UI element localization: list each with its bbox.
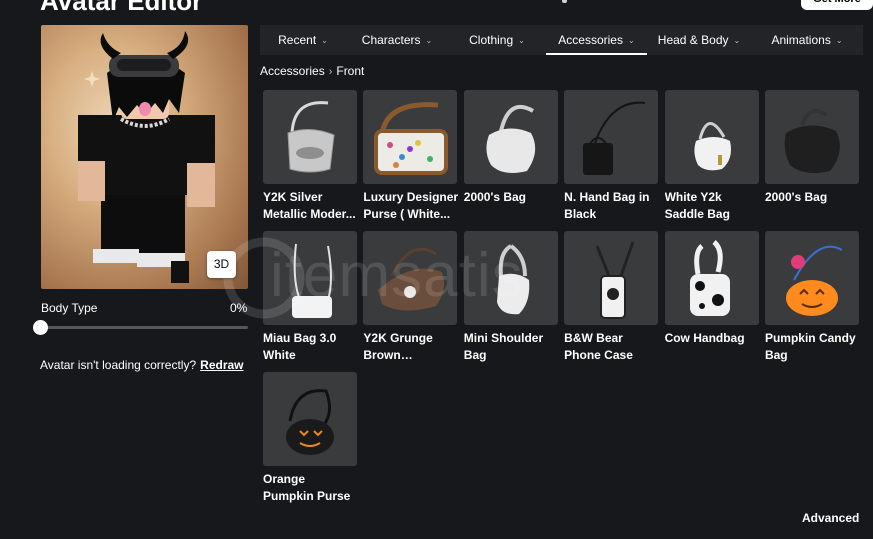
item-name: Miau Bag 3.0 White (263, 331, 337, 362)
item-thumbnail (263, 90, 357, 184)
item-name: Cow Handbag (664, 331, 745, 345)
tab-label: Recent (278, 33, 317, 47)
chevron-down-icon: ⌄ (321, 35, 328, 45)
item-thumbnail (463, 90, 558, 184)
avatar-figure (78, 31, 215, 283)
tab-accessories[interactable]: Accessories ⌄ (546, 25, 647, 55)
bag-icon (784, 108, 840, 173)
accessory-item[interactable]: 2000's Bag (764, 90, 861, 231)
item-thumbnail (263, 231, 357, 325)
item-thumbnail (564, 231, 659, 325)
body-type-slider-track[interactable] (41, 326, 248, 329)
chevron-down-icon: ⌄ (835, 35, 843, 45)
chevron-down-icon: ⌄ (518, 35, 525, 45)
avatar-preview[interactable]: 3D (41, 25, 248, 289)
loading-note: Avatar isn't loading correctly? Redraw (40, 358, 244, 372)
body-type-value: 0% (230, 301, 248, 315)
item-name: Pumpkin Candy Bag (764, 331, 856, 362)
accessory-item[interactable]: Orange Pumpkin Purse (263, 372, 359, 513)
category-tabbar: Recent ⌄ Characters ⌄ Clothing ⌄ Accessorie… (260, 25, 863, 55)
tab-clothing[interactable]: Clothing ⌄ (448, 25, 546, 55)
item-thumbnail (363, 231, 458, 325)
tab-label: Clothing (469, 33, 514, 47)
accessory-item[interactable]: Y2K Silver Metallic Moder... (263, 90, 359, 231)
get-more-button[interactable]: Get More (801, 0, 873, 10)
accessory-grid: Y2K Silver Metallic Moder... Luxury Desi… (263, 90, 859, 513)
chevron-down-icon: ⌄ (425, 35, 433, 45)
chevron-down-icon: ⌄ (733, 35, 741, 45)
item-thumbnail (664, 90, 759, 184)
item-thumbnail (363, 90, 458, 184)
bag-icon (486, 105, 535, 173)
item-name: Luxury Designer Purse ( White... (363, 190, 459, 221)
bag-icon (378, 247, 445, 311)
item-name: N. Hand Bag in Black (564, 190, 650, 221)
chevron-down-icon: ⌄ (627, 35, 635, 45)
tab-label: Head & Body (657, 33, 729, 47)
bag-icon (292, 243, 332, 318)
advanced-button[interactable]: Advanced (802, 511, 859, 525)
accessory-item[interactable]: Cow Handbag (664, 231, 761, 372)
loading-note-text: Avatar isn't loading correctly? (40, 358, 197, 372)
accessory-item[interactable]: Pumpkin Candy Bag (764, 231, 861, 372)
item-name: Mini Shoulder Bag (463, 331, 544, 362)
item-name: Orange Pumpkin Purse (263, 472, 351, 503)
tab-recent[interactable]: Recent ⌄ (260, 25, 346, 55)
accessory-item[interactable]: N. Hand Bag in Black (564, 90, 660, 231)
tab-characters[interactable]: Characters ⌄ (346, 25, 448, 55)
bag-icon (374, 102, 449, 175)
item-thumbnail (463, 231, 558, 325)
bag-icon (689, 240, 730, 316)
pumpkin-bag-icon (785, 245, 843, 316)
pumpkin-purse-icon (286, 389, 334, 455)
tab-head-body[interactable]: Head & Body ⌄ (647, 25, 751, 55)
page-title: Avatar Editor (40, 0, 203, 16)
view-3d-button[interactable]: 3D (207, 251, 236, 278)
bag-icon (583, 101, 646, 175)
item-name: 2000's Bag (764, 190, 828, 204)
body-type-slider-thumb[interactable] (33, 320, 48, 335)
item-thumbnail (263, 372, 357, 466)
chevron-right-icon: › (328, 66, 333, 78)
item-thumbnail (564, 90, 659, 184)
toolbar-dot-icon (562, 0, 567, 3)
accessory-item[interactable]: Y2K Grunge Brown Shoulde... (363, 231, 459, 372)
tab-animations[interactable]: Animations ⌄ (751, 25, 863, 55)
item-name: 2000's Bag (463, 190, 527, 204)
tab-label: Characters (361, 33, 421, 47)
accessory-item[interactable]: Mini Shoulder Bag (463, 231, 560, 372)
breadcrumb: Accessories › Front (260, 64, 364, 78)
item-name: B&W Bear Phone Case (564, 331, 633, 362)
breadcrumb-current: Front (336, 64, 365, 78)
tab-label: Animations (771, 33, 831, 47)
phone-case-icon (595, 241, 635, 319)
body-type-label: Body Type (41, 301, 98, 315)
bag-icon (287, 101, 335, 173)
item-thumbnail (664, 231, 759, 325)
breadcrumb-parent[interactable]: Accessories (260, 64, 325, 78)
tab-label: Accessories (558, 33, 623, 47)
redraw-link[interactable]: Redraw (200, 358, 243, 372)
bag-icon (693, 122, 731, 171)
item-thumbnail (764, 90, 859, 184)
accessory-item[interactable]: Luxury Designer Purse ( White... (363, 90, 459, 231)
accessory-item[interactable]: B&W Bear Phone Case (564, 231, 660, 372)
bag-icon (496, 244, 530, 315)
item-name: Y2K Grunge Brown Shoulde... (363, 331, 433, 362)
item-thumbnail (764, 231, 859, 325)
item-name: Y2K Silver Metallic Moder... (263, 190, 356, 221)
accessory-item[interactable]: Miau Bag 3.0 White (263, 231, 359, 372)
accessory-item[interactable]: White Y2k Saddle Bag (664, 90, 761, 231)
accessory-item[interactable]: 2000's Bag (463, 90, 560, 231)
item-name: White Y2k Saddle Bag (664, 190, 730, 221)
